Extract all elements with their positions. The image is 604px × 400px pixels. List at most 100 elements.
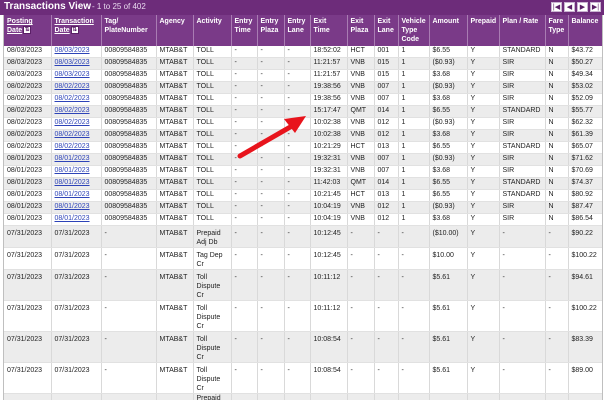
table-cell: 1 [398, 201, 430, 214]
table-cell[interactable]: 08/02/2023 [51, 117, 102, 130]
table-row[interactable]: 08/03/2023 08/03/2023 00809584835 MTAB&T TOL… [4, 69, 602, 82]
table-row[interactable]: 08/02/2023 08/02/2023 00809584835 MTAB&T TOL… [4, 129, 602, 142]
table-cell [101, 393, 157, 400]
table-cell: - [101, 225, 157, 248]
table-cell: - [284, 165, 311, 178]
table-cell: $52.09 [568, 93, 602, 106]
table-cell[interactable]: 08/02/2023 [51, 105, 102, 118]
table-cell: 00809584835 [101, 93, 157, 106]
table-cell[interactable]: 08/02/2023 [51, 141, 102, 154]
table-cell [398, 393, 430, 400]
table-cell[interactable]: 08/01/2023 [51, 165, 102, 178]
table-row[interactable]: 07/31/2023 07/31/2023- MTAB&T Prepaid Adj D… [4, 225, 602, 248]
table-cell: STANDARD [499, 189, 546, 202]
table-cell: 10:11:12 [310, 300, 348, 332]
table-cell: VNB [347, 165, 375, 178]
table-cell: $100.22 [568, 300, 602, 332]
table-cell: - [257, 362, 285, 394]
table-cell: 08/01/2023 [4, 177, 52, 190]
table-row[interactable]: 08/01/2023 08/01/2023 00809584835 MTAB&T TOL… [4, 201, 602, 214]
table-cell: TOLL [193, 46, 232, 58]
first-page-icon[interactable]: |◀ [551, 2, 562, 12]
table-row[interactable]: 08/01/2023 08/01/2023 00809584835 MTAB&T TOL… [4, 177, 602, 190]
table-cell: 10:12:45 [310, 225, 348, 248]
table-cell: 1 [398, 177, 430, 190]
table-row[interactable]: 08/02/2023 08/02/2023 00809584835 MTAB&T TOL… [4, 93, 602, 106]
table-row[interactable]: 08/03/2023 08/03/2023 00809584835 MTAB&T TOL… [4, 57, 602, 70]
table-row[interactable]: 07/31/2023 07/31/2023- MTAB&T Toll Dispute … [4, 269, 602, 301]
table-row[interactable]: 07/31/2023 07/31/2023- MTAB&T Toll Dispute … [4, 362, 602, 394]
table-cell[interactable]: 08/03/2023 [51, 57, 102, 70]
table-cell: - [101, 362, 157, 394]
table-cell: 08/03/2023 [4, 69, 52, 82]
sort-icon[interactable]: ⇅ [70, 26, 79, 35]
table-cell: $6.55 [429, 189, 468, 202]
table-cell [545, 393, 569, 400]
table-cell: 00809584835 [101, 81, 157, 94]
table-row[interactable]: 08/02/2023 08/02/2023 00809584835 MTAB&T TOL… [4, 117, 602, 130]
table-cell[interactable]: 08/02/2023 [51, 93, 102, 106]
table-row[interactable]: 08/02/2023 08/02/2023 00809584835 MTAB&T TOL… [4, 81, 602, 94]
table-cell: SIR [499, 153, 546, 166]
table-row[interactable]: 07/31/2023 07/31/2023- MTAB&T Toll Dispute … [4, 331, 602, 363]
table-cell: MTAB&T [156, 300, 194, 332]
table-cell: 08/01/2023 [4, 213, 52, 226]
column-header[interactable]: Posting Date ⇅ [4, 15, 52, 46]
table-cell: Toll Dispute Cr [193, 300, 232, 332]
table-cell: - [257, 201, 285, 214]
prev-page-icon[interactable]: ◀ [564, 2, 575, 12]
table-cell: MTAB&T [156, 141, 194, 154]
table-cell[interactable]: 08/02/2023 [51, 81, 102, 94]
table-row[interactable]: 07/31/2023 07/31/2023- MTAB&T Toll Dispute … [4, 300, 602, 332]
table-row[interactable]: 08/01/2023 08/01/2023 00809584835 MTAB&T TOL… [4, 153, 602, 166]
table-cell: MTAB&T [156, 46, 194, 58]
table-cell: - [231, 300, 258, 332]
table-cell[interactable]: 08/03/2023 [51, 46, 102, 58]
table-cell: TOLL [193, 177, 232, 190]
table-cell: N [545, 46, 569, 58]
table-row[interactable]: 07/31/2023 07/31/2023- MTAB&T Tag Dep Cr - - -… [4, 247, 602, 270]
column-header[interactable]: Transaction Date ⇅ [51, 15, 102, 46]
table-cell: - [284, 117, 311, 130]
table-cell: 10:02:38 [310, 129, 348, 142]
table-cell: N [545, 69, 569, 82]
table-cell: 07/31/2023 [4, 269, 52, 301]
table-row[interactable]: 08/01/2023 08/01/2023 00809584835 MTAB&T TOL… [4, 213, 602, 226]
sort-icon[interactable]: ⇅ [23, 26, 32, 35]
table-cell: - [257, 247, 285, 270]
table-cell[interactable]: 08/02/2023 [51, 129, 102, 142]
table-cell[interactable]: 08/01/2023 [51, 213, 102, 226]
table-cell: Y [467, 81, 500, 94]
table-cell[interactable]: 08/01/2023 [51, 177, 102, 190]
table-row[interactable]: 08/02/2023 08/02/2023 00809584835 MTAB&T TOL… [4, 105, 602, 118]
table-cell[interactable]: 08/01/2023 [51, 201, 102, 214]
table-cell: - [545, 362, 569, 394]
table-cell: 11:21:57 [310, 57, 348, 70]
table-cell: - [257, 57, 285, 70]
next-page-icon[interactable]: ▶ [577, 2, 588, 12]
table-cell: - [284, 331, 311, 363]
table-cell: - [284, 300, 311, 332]
table-row[interactable]: 08/02/2023 08/02/2023 00809584835 MTAB&T TOL… [4, 141, 602, 154]
table-row[interactable]: 08/01/2023 08/01/2023 00809584835 MTAB&T TOL… [4, 189, 602, 202]
table-cell: 012 [374, 213, 399, 226]
last-page-icon[interactable]: ▶| [590, 2, 601, 12]
table-cell: 012 [374, 201, 399, 214]
table-cell: 013 [374, 189, 399, 202]
table-cell: - [398, 247, 430, 270]
table-cell: Y [467, 93, 500, 106]
transactions-grid: Posting Date ⇅ Transaction Date ⇅ Tag/ Plate… [3, 15, 603, 400]
table-cell[interactable]: 08/03/2023 [51, 69, 102, 82]
table-cell: - [257, 331, 285, 363]
table-cell[interactable]: 08/01/2023 [51, 153, 102, 166]
table-row[interactable]: 08/01/2023 08/01/2023 00809584835 MTAB&T TOL… [4, 165, 602, 178]
table-cell: - [284, 189, 311, 202]
table-row[interactable]: Prepaid [4, 393, 602, 400]
table-cell: Y [467, 165, 500, 178]
table-cell[interactable]: 08/01/2023 [51, 189, 102, 202]
table-cell: $71.62 [568, 153, 602, 166]
table-cell: ($0.93) [429, 57, 468, 70]
table-cell: HCT [347, 46, 375, 58]
table-cell: MTAB&T [156, 129, 194, 142]
table-row[interactable]: 08/03/2023 08/03/2023 00809584835 MTAB&T TOL… [4, 46, 602, 58]
